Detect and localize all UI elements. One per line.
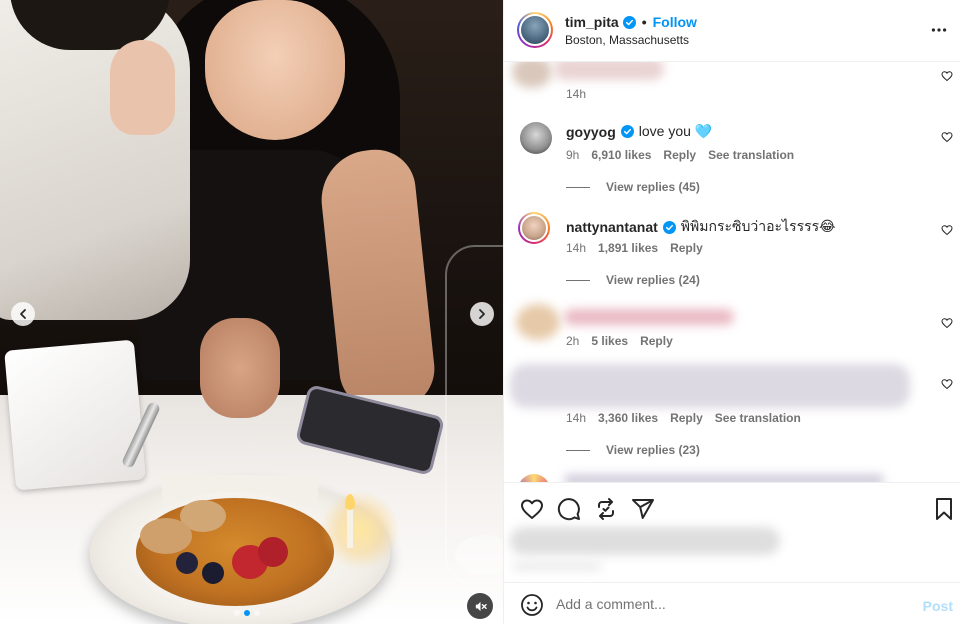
like-comment-icon[interactable]	[941, 70, 953, 82]
photo-napkin	[4, 339, 146, 491]
comment-bubble-icon[interactable]	[557, 497, 581, 521]
comment-time: 14h	[566, 241, 587, 255]
post-location[interactable]: Boston, Massachusetts	[565, 33, 689, 47]
repost-icon[interactable]	[594, 497, 618, 521]
see-translation-button[interactable]: See translation	[708, 148, 794, 162]
photo-candle	[347, 508, 353, 548]
blurred-comment-text	[510, 364, 910, 408]
like-comment-icon[interactable]	[941, 224, 953, 236]
view-replies-button[interactable]: View replies (45)	[566, 180, 700, 194]
post-comment-button[interactable]: Post	[923, 598, 953, 614]
view-replies-label: View replies (24)	[606, 273, 700, 287]
comment-text: love you 🩵	[638, 123, 713, 139]
comment-likes[interactable]: 3,360 likes	[598, 411, 658, 425]
comment-body: nattynantanat พิพิมกระซิบว่าอะไรรรร😂	[566, 216, 836, 238]
comment-likes[interactable]: 6,910 likes	[591, 148, 651, 162]
comment-body: goyyog love you 🩵	[566, 123, 712, 140]
comment-time: 14h	[566, 87, 587, 101]
comment-time: 14h	[566, 411, 587, 425]
header-separator: •	[641, 14, 647, 30]
blurred-comment-text	[554, 62, 664, 80]
carousel-prev-button[interactable]	[11, 302, 35, 326]
mute-button[interactable]	[467, 593, 493, 619]
more-options-button[interactable]	[929, 20, 949, 40]
like-comment-icon[interactable]	[941, 378, 953, 390]
replies-divider	[566, 279, 590, 281]
comment-likes[interactable]: 5 likes	[591, 334, 628, 348]
like-heart-icon[interactable]	[520, 497, 544, 521]
like-comment-icon[interactable]	[941, 131, 953, 143]
comment-input[interactable]	[556, 594, 896, 614]
author-avatar[interactable]	[517, 12, 553, 48]
view-replies-label: View replies (23)	[606, 443, 700, 457]
blurred-likes-summary	[510, 527, 780, 555]
post-media[interactable]	[0, 0, 503, 624]
verified-badge-icon	[622, 15, 636, 29]
carousel-dots	[234, 610, 260, 616]
replies-divider	[566, 449, 590, 451]
photo-blueberry	[202, 562, 224, 584]
carousel-dot	[254, 610, 260, 616]
share-send-icon[interactable]	[631, 497, 655, 521]
blurred-avatar	[516, 304, 560, 340]
comment-meta: 14h 1,891 likes Reply	[566, 241, 703, 255]
comment-avatar[interactable]	[518, 212, 550, 244]
chevron-right-icon	[479, 309, 485, 319]
comment-text: พิพิมกระซิบว่าอะไรรรร😂	[680, 218, 836, 234]
like-comment-icon[interactable]	[941, 317, 953, 329]
photo-candle-flame	[345, 494, 355, 510]
bookmark-icon[interactable]	[932, 497, 956, 521]
photo-child-hand	[110, 40, 175, 135]
verified-badge-icon	[620, 125, 634, 138]
photo-clasped-hands	[200, 318, 280, 418]
comment-username[interactable]: nattynantanat	[566, 219, 658, 235]
comment-meta: 14h	[566, 87, 586, 101]
replies-divider	[566, 186, 590, 188]
view-replies-button[interactable]: View replies (24)	[566, 273, 700, 287]
follow-button[interactable]: Follow	[653, 14, 697, 30]
photo-wine-glass	[445, 245, 503, 585]
header-user-row: tim_pita • Follow	[565, 14, 697, 30]
photo-cookie	[140, 518, 192, 554]
carousel-dot-active	[244, 610, 250, 616]
blurred-comment-text	[564, 309, 734, 325]
photo-strawberry	[258, 537, 288, 567]
comment-meta: 14h 3,360 likes Reply See translation	[566, 411, 801, 425]
comments-list[interactable]: 14h goyyog love you 🩵 9h 6,910 likes Rep…	[504, 62, 960, 482]
see-translation-button[interactable]: See translation	[715, 411, 801, 425]
add-comment-bar: Post	[504, 582, 960, 624]
photo-blueberry	[176, 552, 198, 574]
blurred-comment-text	[564, 475, 884, 482]
blurred-avatar	[512, 62, 552, 88]
more-horizontal-icon	[931, 28, 947, 32]
blurred-post-date	[512, 561, 602, 571]
comment-meta: 2h 5 likes Reply	[566, 334, 673, 348]
comment-time: 9h	[566, 148, 580, 162]
comment-meta: 9h 6,910 likes Reply See translation	[566, 148, 794, 162]
reply-button[interactable]: Reply	[640, 334, 673, 348]
view-replies-label: View replies (45)	[606, 180, 700, 194]
comment-likes[interactable]: 1,891 likes	[598, 241, 658, 255]
carousel-next-button[interactable]	[470, 302, 494, 326]
comment-time: 2h	[566, 334, 580, 348]
photo-candle-glow	[320, 490, 400, 570]
chevron-left-icon	[20, 309, 26, 319]
post-actions	[504, 482, 960, 582]
verified-badge-icon	[662, 220, 676, 234]
reply-button[interactable]: Reply	[670, 241, 703, 255]
author-username[interactable]: tim_pita	[565, 14, 619, 30]
reply-button[interactable]: Reply	[663, 148, 696, 162]
emoji-icon[interactable]	[520, 593, 544, 617]
post-sidebar: tim_pita • Follow Boston, Massachusetts …	[503, 0, 960, 624]
speaker-muted-icon	[475, 601, 487, 611]
comment-username[interactable]: goyyog	[566, 124, 616, 140]
photo-woman-face	[205, 0, 345, 140]
carousel-dot	[234, 610, 240, 616]
comment-avatar[interactable]	[518, 474, 550, 482]
comment-avatar[interactable]	[520, 122, 552, 154]
post-header: tim_pita • Follow Boston, Massachusetts	[504, 0, 960, 62]
view-replies-button[interactable]: View replies (23)	[566, 443, 700, 457]
reply-button[interactable]: Reply	[670, 411, 703, 425]
